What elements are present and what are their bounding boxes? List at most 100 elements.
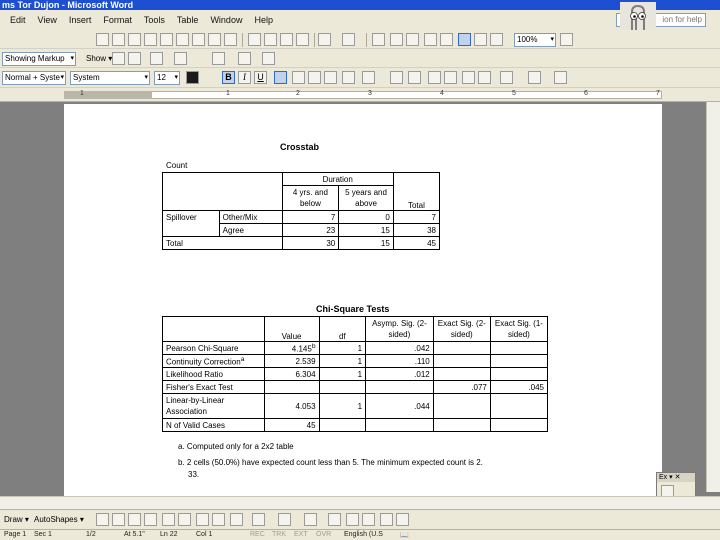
shadow-icon[interactable] [380, 513, 393, 526]
insert-table-icon[interactable] [406, 33, 419, 46]
menu-tools[interactable]: Tools [144, 15, 165, 25]
status-ovr[interactable]: OVR [316, 531, 331, 538]
line-tool-icon[interactable] [96, 513, 109, 526]
clipart-icon[interactable] [212, 513, 225, 526]
menu-edit[interactable]: Edit [10, 15, 26, 25]
status-rec[interactable]: REC [250, 531, 265, 538]
3d-icon[interactable] [396, 513, 409, 526]
spelling-status-icon[interactable]: 📖 [400, 531, 409, 539]
oval-tool-icon[interactable] [144, 513, 157, 526]
line-spacing-icon[interactable] [362, 71, 375, 84]
redo-icon[interactable] [342, 33, 355, 46]
picture-icon[interactable] [230, 513, 243, 526]
numbering-icon[interactable] [428, 71, 441, 84]
bold-button[interactable]: B [222, 71, 235, 84]
footnote-b-cont: 33. [188, 470, 200, 479]
italic-button[interactable]: I [238, 71, 251, 84]
font-color-swatch-icon[interactable] [186, 71, 199, 84]
research-icon[interactable] [224, 33, 237, 46]
font-size-dropdown[interactable]: 12 ▾ [154, 71, 180, 85]
hyperlink-icon[interactable] [372, 33, 385, 46]
save-icon[interactable] [128, 33, 141, 46]
open-folder-icon[interactable] [112, 33, 125, 46]
track-changes-icon[interactable] [238, 52, 251, 65]
chisq-asymp: .042 [365, 341, 434, 355]
accept-change-icon[interactable] [150, 52, 163, 65]
show-hide-icon[interactable] [490, 33, 503, 46]
display-for-review-dropdown[interactable]: Showing Markup ▾ [2, 52, 76, 66]
line-color-icon[interactable] [278, 513, 291, 526]
dash-style-icon[interactable] [346, 513, 359, 526]
distributed-icon[interactable] [342, 71, 355, 84]
fill-color-icon[interactable] [252, 513, 265, 526]
draw-menu[interactable]: Draw ▾ [4, 515, 29, 524]
vertical-scrollbar[interactable] [706, 102, 720, 492]
status-trk[interactable]: TRK [272, 531, 286, 538]
reject-change-icon[interactable] [174, 52, 187, 65]
wordart-icon[interactable] [178, 513, 191, 526]
undo-icon[interactable] [318, 33, 331, 46]
font-color-draw-icon[interactable] [304, 513, 317, 526]
rtl-icon[interactable] [408, 71, 421, 84]
total-row-label: Total [162, 236, 283, 250]
bullets-icon[interactable] [444, 71, 457, 84]
document-page[interactable]: Crosstab Count Duration 4 yrs. and below… [64, 104, 662, 496]
new-document-icon[interactable] [96, 33, 109, 46]
menu-window[interactable]: Window [210, 15, 242, 25]
chisq-df: 1 [318, 367, 367, 381]
next-change-icon[interactable] [128, 52, 141, 65]
help-icon[interactable] [560, 33, 573, 46]
rectangle-tool-icon[interactable] [128, 513, 141, 526]
spelling-icon[interactable] [208, 33, 221, 46]
print-preview-icon[interactable] [192, 33, 205, 46]
style-dropdown[interactable]: Normal + Syste ▾ [2, 71, 66, 85]
document-map-icon[interactable] [474, 33, 487, 46]
menu-help[interactable]: Help [254, 15, 273, 25]
autoshapes-menu[interactable]: AutoShapes ▾ [34, 515, 84, 524]
horizontal-scrollbar[interactable] [0, 496, 720, 509]
increase-indent-icon[interactable] [478, 71, 491, 84]
menu-table[interactable]: Table [177, 15, 199, 25]
previous-change-icon[interactable] [112, 52, 125, 65]
zoom-dropdown[interactable]: 100% ▾ [514, 33, 556, 47]
font-color-icon[interactable] [554, 71, 567, 84]
tables-borders-icon[interactable] [390, 33, 403, 46]
permission-icon[interactable] [144, 33, 157, 46]
show-menu-button[interactable]: Show ▾ [86, 54, 112, 63]
cut-icon[interactable] [248, 33, 261, 46]
format-painter-icon[interactable] [296, 33, 309, 46]
textbox-tool-icon[interactable] [162, 513, 175, 526]
underline-button[interactable]: U [254, 71, 267, 84]
highlight-icon[interactable] [528, 71, 541, 84]
menu-format[interactable]: Format [103, 15, 132, 25]
ltr-icon[interactable] [390, 71, 403, 84]
outside-border-icon[interactable] [500, 71, 513, 84]
diagram-icon[interactable] [196, 513, 209, 526]
align-left-icon[interactable] [274, 71, 287, 84]
arrow-style-icon[interactable] [362, 513, 375, 526]
paste-icon[interactable] [280, 33, 293, 46]
chisq-exact1: .045 [489, 380, 549, 394]
justify-icon[interactable] [324, 71, 337, 84]
drawing-icon[interactable] [458, 33, 471, 46]
menu-insert[interactable]: Insert [69, 15, 92, 25]
font-dropdown[interactable]: System ▾ [70, 71, 150, 85]
line-style-icon[interactable] [328, 513, 341, 526]
decrease-indent-icon[interactable] [462, 71, 475, 84]
print-icon[interactable] [176, 33, 189, 46]
arrow-tool-icon[interactable] [112, 513, 125, 526]
horizontal-ruler[interactable]: 1 1 2 3 4 5 6 7 [0, 88, 720, 102]
chisq-row-label: Fisher's Exact Test [162, 380, 265, 394]
cell: 7 [392, 210, 441, 224]
count-label: Count [166, 161, 188, 170]
insert-comment-icon[interactable] [212, 52, 225, 65]
columns-icon[interactable] [440, 33, 453, 46]
align-center-icon[interactable] [292, 71, 305, 84]
reviewing-pane-icon[interactable] [262, 52, 275, 65]
copy-icon[interactable] [264, 33, 277, 46]
menu-view[interactable]: View [38, 15, 57, 25]
insert-excel-icon[interactable] [424, 33, 437, 46]
email-icon[interactable] [160, 33, 173, 46]
align-right-icon[interactable] [308, 71, 321, 84]
status-ext[interactable]: EXT [294, 531, 308, 538]
